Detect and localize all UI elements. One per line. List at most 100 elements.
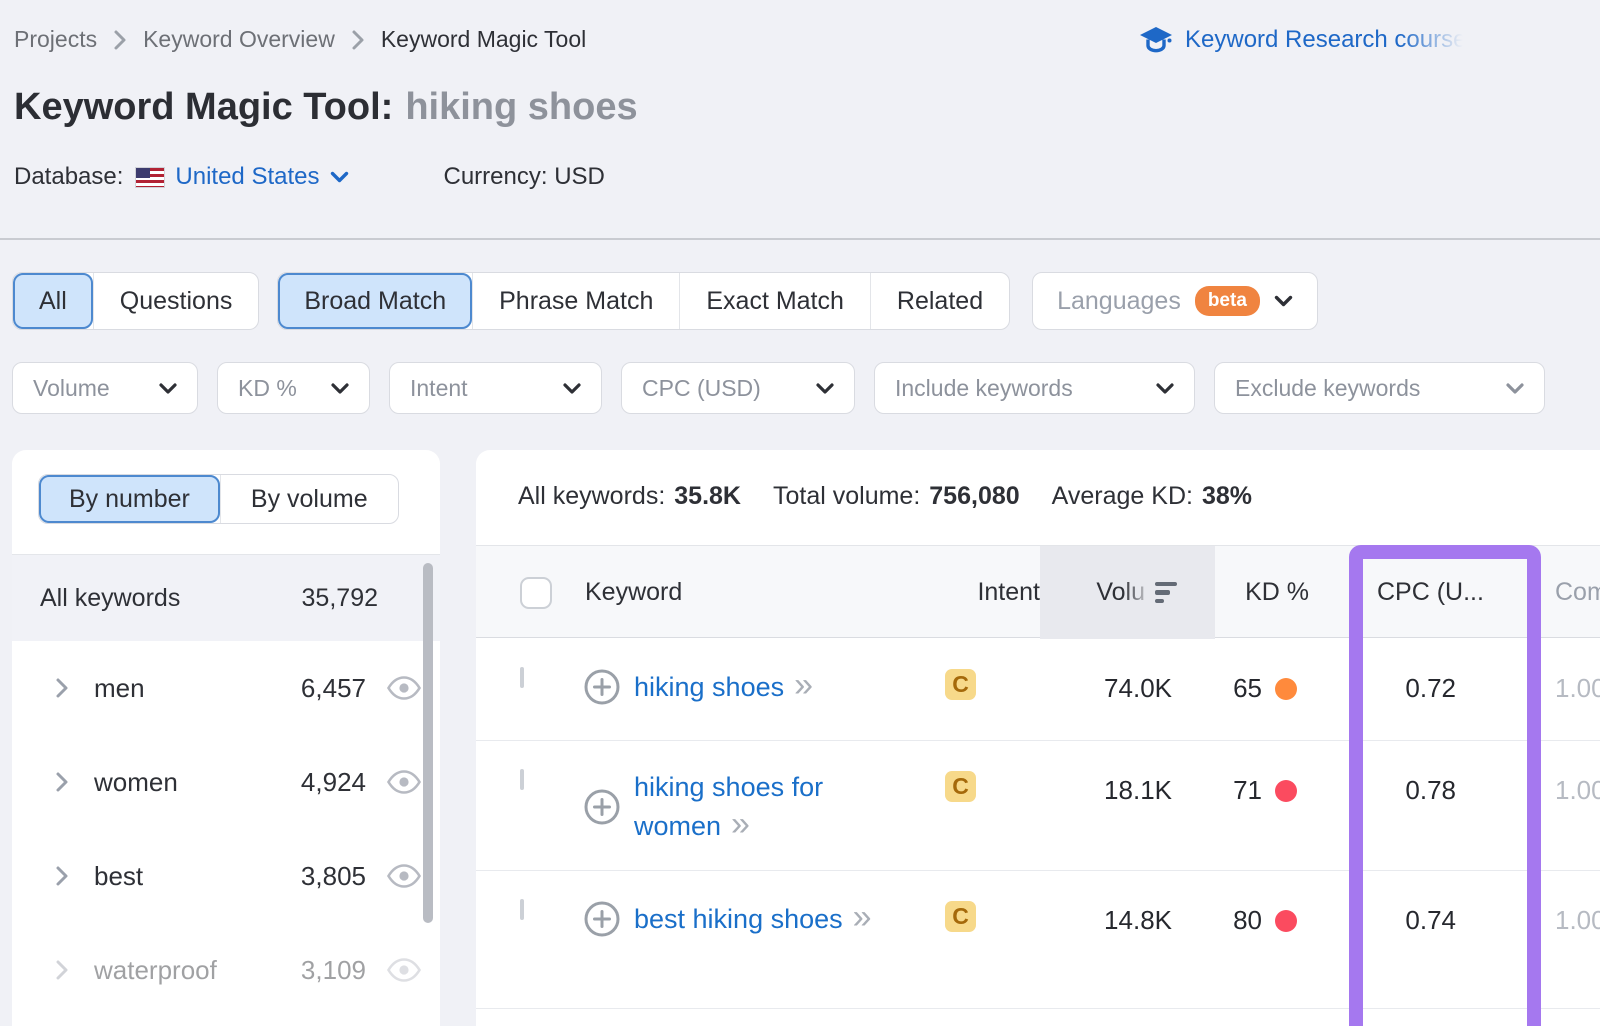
database-value: United States: [175, 163, 319, 191]
volume-filter-label: Volume: [33, 375, 110, 402]
volume-value: 74.0K: [1040, 639, 1215, 704]
group-item-waterproof[interactable]: waterproof 3,109: [12, 923, 440, 1017]
intent-badge: C: [945, 771, 976, 802]
keyword-link[interactable]: best hiking shoes: [634, 904, 843, 934]
cpc-value: 0.78: [1349, 741, 1541, 806]
eye-icon[interactable]: [386, 957, 422, 983]
intent-badge: C: [945, 669, 976, 700]
chevron-down-icon: [1506, 383, 1524, 394]
kd-filter-label: KD %: [238, 375, 297, 402]
kd-difficulty-dot: [1275, 910, 1297, 932]
table-header-row: Keyword Intent Volu KD % CPC (U... Com: [476, 545, 1600, 638]
breadcrumb-projects[interactable]: Projects: [14, 26, 97, 53]
include-keywords-label: Include keywords: [895, 375, 1073, 402]
kd-difficulty-dot: [1275, 780, 1297, 802]
chevron-down-icon: [563, 383, 581, 394]
tab-all[interactable]: All: [13, 273, 93, 329]
open-keyword-icon[interactable]: »: [794, 666, 811, 704]
sort-descending-icon: [1155, 582, 1177, 604]
chevron-right-icon[interactable]: [54, 864, 70, 888]
sidebar-scrollbar[interactable]: [423, 563, 433, 923]
keyword-link[interactable]: hiking shoes: [634, 672, 784, 702]
header-cpc[interactable]: CPC (U...: [1349, 578, 1541, 607]
chevron-down-icon: [331, 383, 349, 394]
us-flag-icon: [135, 167, 165, 188]
all-keywords-row[interactable]: All keywords 35,792: [12, 555, 440, 641]
database-selector[interactable]: United States: [175, 163, 348, 191]
add-keyword-icon[interactable]: [583, 769, 621, 845]
include-keywords-filter[interactable]: Include keywords: [874, 362, 1195, 414]
toggle-by-number[interactable]: By number: [39, 475, 220, 523]
eye-icon[interactable]: [386, 769, 422, 795]
table-row: best hiking shoes» C 14.8K 80 0.74 1.00: [476, 871, 1600, 1009]
row-checkbox[interactable]: [520, 667, 524, 688]
header-volume[interactable]: Volu: [1040, 546, 1215, 639]
page-header: Projects Keyword Overview Keyword Magic …: [0, 0, 1600, 240]
group-label: best: [94, 861, 143, 892]
group-item-best[interactable]: best 3,805: [12, 829, 440, 923]
chevron-right-icon[interactable]: [54, 770, 70, 794]
stat-average-kd: Average KD:38%: [1052, 482, 1252, 511]
tab-exact-match[interactable]: Exact Match: [679, 273, 870, 329]
group-count: 3,805: [301, 861, 366, 892]
table-body: hiking shoes» C 74.0K 65 0.72 1.00 hikin…: [476, 639, 1600, 1009]
group-item-men[interactable]: men 6,457: [12, 641, 440, 735]
keywords-table-panel: All keywords:35.8K Total volume:756,080 …: [476, 450, 1600, 1026]
open-keyword-icon[interactable]: »: [731, 805, 748, 843]
group-item-women[interactable]: women 4,924: [12, 735, 440, 829]
search-query: hiking shoes: [405, 86, 637, 128]
volume-filter[interactable]: Volume: [12, 362, 198, 414]
match-group: Broad Match Phrase Match Exact Match Rel…: [277, 272, 1010, 330]
add-keyword-icon[interactable]: [583, 667, 621, 706]
keyword-research-course-link[interactable]: Keyword Research course: [1138, 24, 1466, 56]
graduation-cap-icon: [1138, 24, 1174, 56]
keyword-link[interactable]: hiking shoes for women: [634, 772, 823, 841]
breadcrumb-keyword-overview[interactable]: Keyword Overview: [143, 26, 335, 53]
tab-related[interactable]: Related: [870, 273, 1009, 329]
toggle-by-volume[interactable]: By volume: [220, 475, 398, 523]
chevron-down-icon: [330, 171, 349, 183]
kd-cell: 65: [1215, 639, 1349, 704]
header-kd[interactable]: KD %: [1215, 578, 1349, 607]
cpc-filter[interactable]: CPC (USD): [621, 362, 855, 414]
header-intent[interactable]: Intent: [945, 578, 1040, 607]
chevron-down-icon: [1156, 383, 1174, 394]
kd-filter[interactable]: KD %: [217, 362, 370, 414]
database-currency-row: Database: United States Currency: USD: [14, 163, 605, 191]
currency-value: Currency: USD: [444, 163, 605, 191]
chevron-down-icon: [159, 383, 177, 394]
all-questions-group: All Questions: [12, 272, 259, 330]
group-label: men: [94, 673, 145, 704]
all-keywords-label: All keywords: [40, 584, 180, 613]
tab-broad-match[interactable]: Broad Match: [278, 273, 472, 329]
cpc-value: 0.72: [1349, 639, 1541, 704]
table-row: hiking shoes for women» C 18.1K 71 0.78 …: [476, 741, 1600, 871]
select-all-checkbox[interactable]: [520, 577, 552, 609]
kd-value: 71: [1233, 775, 1262, 806]
page-title: Keyword Magic Tool:hiking shoes: [14, 86, 638, 129]
tab-questions[interactable]: Questions: [93, 273, 259, 329]
group-count: 6,457: [301, 673, 366, 704]
kd-cell: 80: [1215, 871, 1349, 936]
kd-cell: 71: [1215, 741, 1349, 806]
eye-icon[interactable]: [386, 675, 422, 701]
row-checkbox[interactable]: [520, 899, 524, 920]
add-keyword-icon[interactable]: [583, 899, 621, 938]
chevron-right-icon[interactable]: [54, 958, 70, 982]
exclude-keywords-filter[interactable]: Exclude keywords: [1214, 362, 1545, 414]
course-link-label: Keyword Research course: [1185, 26, 1466, 54]
row-checkbox[interactable]: [520, 769, 524, 790]
keyword-magic-tool-page: { "colors": { "link_blue": "#1a6fc9", "a…: [0, 0, 1600, 1026]
table-stats: All keywords:35.8K Total volume:756,080 …: [476, 450, 1600, 511]
all-keywords-count: 35,792: [302, 584, 378, 613]
intent-filter[interactable]: Intent: [389, 362, 602, 414]
filters-row: Volume KD % Intent CPC (USD) Include key…: [12, 362, 1545, 414]
header-competition[interactable]: Com: [1541, 578, 1600, 607]
tab-phrase-match[interactable]: Phrase Match: [472, 273, 679, 329]
languages-dropdown[interactable]: Languages beta: [1032, 272, 1318, 330]
table-row: hiking shoes» C 74.0K 65 0.72 1.00: [476, 639, 1600, 741]
chevron-right-icon: [351, 29, 365, 51]
eye-icon[interactable]: [386, 863, 422, 889]
chevron-right-icon[interactable]: [54, 676, 70, 700]
open-keyword-icon[interactable]: »: [853, 898, 870, 936]
